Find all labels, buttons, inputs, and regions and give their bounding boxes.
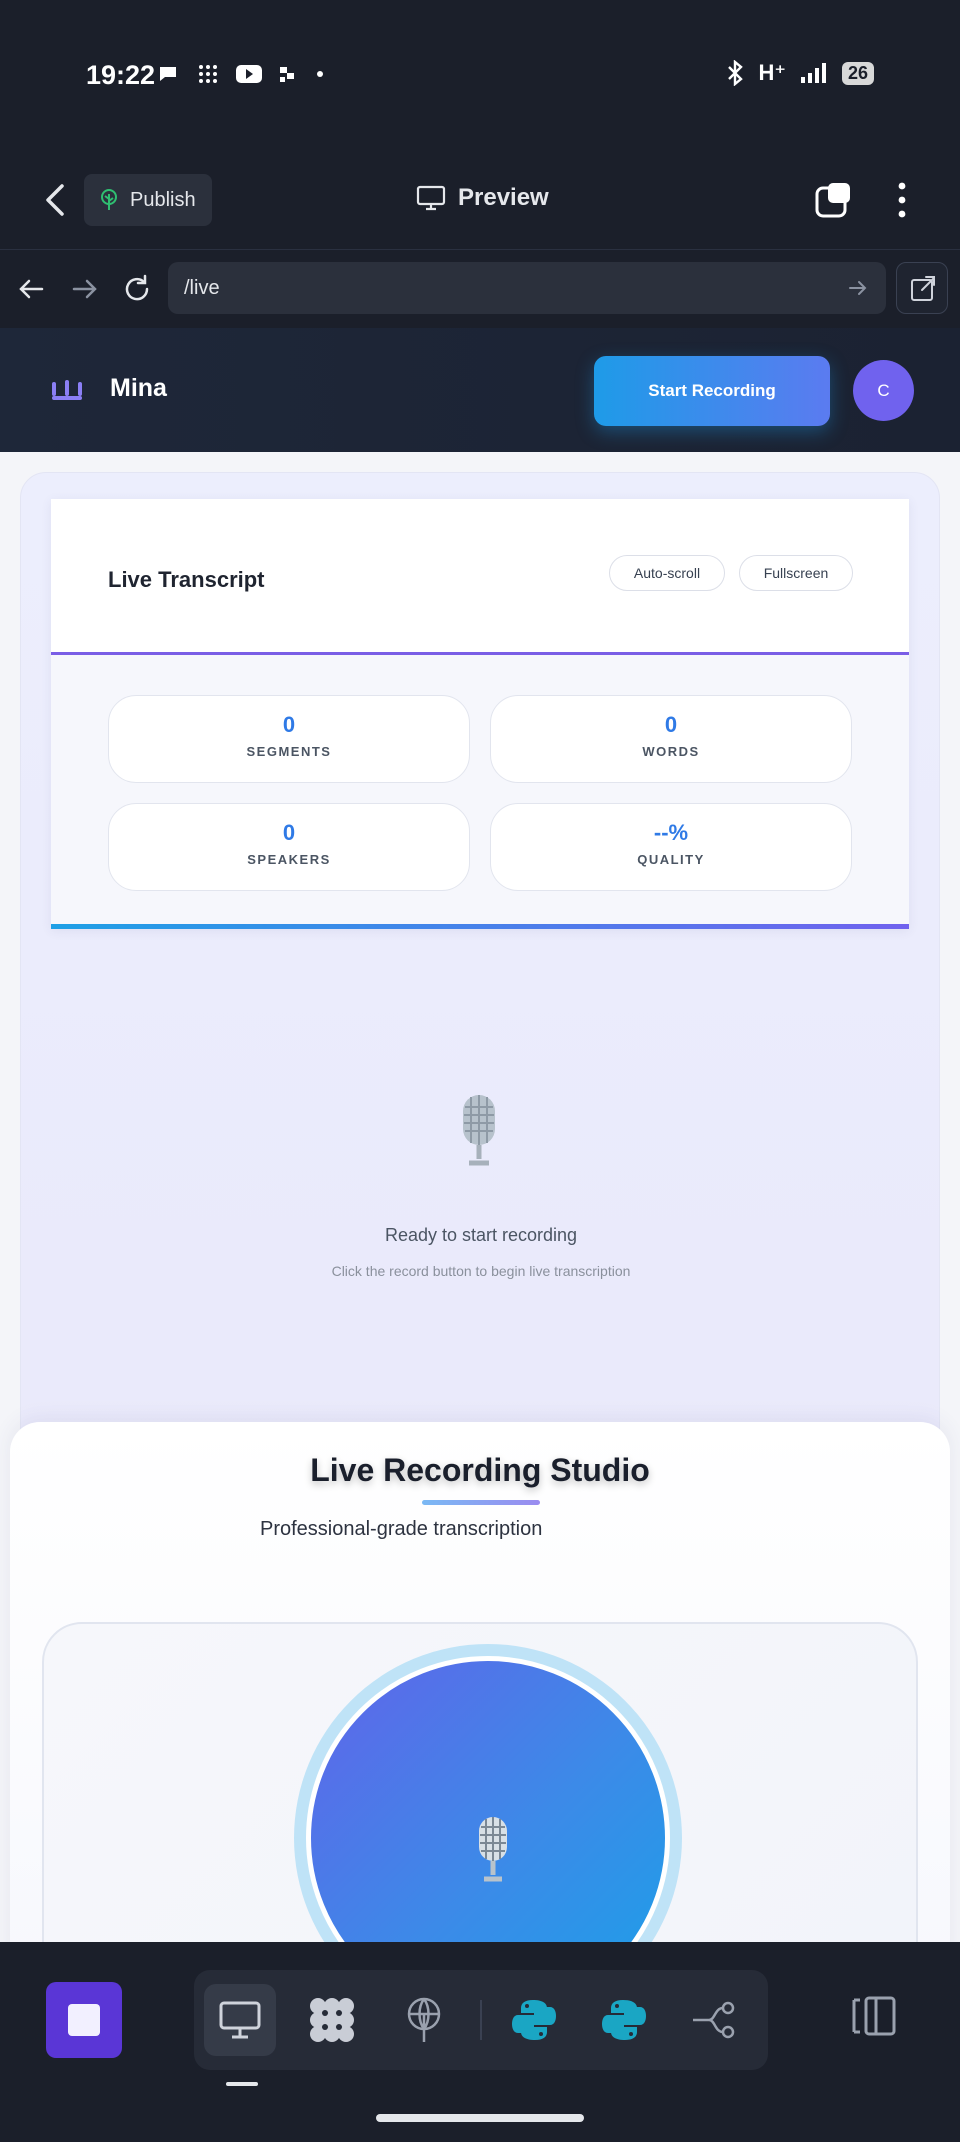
youtube-icon [236, 65, 262, 83]
stat-label: WORDS [642, 744, 700, 759]
stat-speakers: 0 SPEAKERS [108, 803, 470, 891]
stat-label: SEGMENTS [246, 744, 332, 759]
status-time: 19:22 [86, 60, 156, 90]
brand-name: Mina [110, 374, 167, 402]
stat-quality: --% QUALITY [490, 803, 852, 891]
publish-label: Publish [130, 188, 196, 211]
dot-icon [317, 71, 323, 77]
tabs-icon[interactable] [814, 180, 854, 220]
empty-state-subtitle: Click the record button to begin live tr… [331, 1263, 631, 1279]
main-content: Live Transcript Auto-scroll Fullscreen 0… [0, 452, 960, 1942]
forward-arrow-icon[interactable] [68, 272, 102, 306]
grid-blob-icon [310, 1998, 354, 2042]
bottom-toolbar [0, 1942, 960, 2142]
open-external-button[interactable] [896, 262, 948, 314]
editor-topbar: Publish Preview [0, 150, 960, 250]
tool-python-1[interactable] [498, 1984, 570, 2056]
record-button[interactable] [306, 1656, 670, 1942]
url-bar: /live [0, 250, 960, 328]
dots-grid-icon [199, 65, 217, 83]
transcript-header: Live Transcript Auto-scroll Fullscreen [51, 499, 909, 655]
tool-deploy[interactable] [388, 1984, 460, 2056]
battery-level: 26 [841, 61, 874, 85]
python-icon [602, 2000, 646, 2040]
auto-scroll-button[interactable]: Auto-scroll [609, 555, 725, 591]
antenna-icon [407, 1997, 441, 2042]
recording-studio-card: Live Recording Studio Professional-grade… [10, 1422, 950, 1942]
transcript-title: Live Transcript [108, 567, 265, 592]
go-arrow-icon[interactable] [846, 276, 870, 300]
monitor-icon [416, 185, 446, 211]
bluetooth-icon [728, 60, 744, 86]
waveform-logo-icon [52, 380, 82, 400]
share-flow-icon [693, 2001, 735, 2039]
stat-label: QUALITY [637, 852, 705, 867]
stop-icon [68, 2004, 100, 2036]
stat-label: SPEAKERS [247, 852, 331, 867]
record-panel [42, 1622, 918, 1942]
tool-git[interactable] [678, 1984, 750, 2056]
microphone-icon [479, 1817, 507, 1882]
stop-button[interactable] [46, 1982, 122, 2058]
stat-words: 0 WORDS [490, 695, 852, 783]
external-link-icon [911, 276, 935, 301]
status-bar: 19:22 H⁺ 26 [0, 0, 960, 150]
tool-preview[interactable] [204, 1984, 276, 2056]
home-indicator[interactable] [376, 2114, 584, 2122]
app-header: Mina Start Recording C [0, 328, 960, 452]
stat-value: --% [653, 820, 689, 845]
empty-state-title: Ready to start recording [384, 1225, 578, 1245]
url-text: /live [184, 276, 220, 299]
publish-button[interactable]: Publish [84, 174, 212, 226]
stat-segments: 0 SEGMENTS [108, 695, 470, 783]
transcript-card: Live Transcript Auto-scroll Fullscreen 0… [51, 499, 909, 929]
more-vertical-icon[interactable] [890, 180, 914, 220]
url-input[interactable]: /live [168, 262, 886, 314]
reload-icon[interactable] [120, 272, 154, 306]
stat-value: 0 [282, 820, 296, 845]
active-tab-indicator [226, 2082, 258, 2086]
start-recording-button[interactable]: Start Recording [594, 356, 830, 426]
microphone-icon [463, 1095, 495, 1166]
toolbar-divider [480, 2000, 482, 2040]
studio-title: Live Recording Studio [310, 1452, 650, 1488]
back-chevron-icon[interactable] [38, 180, 72, 220]
python-icon [512, 2000, 556, 2040]
preview-toggle[interactable]: Preview [416, 184, 549, 212]
tool-workflows[interactable] [296, 1984, 368, 2056]
network-type: H⁺ [758, 60, 786, 85]
stat-value: 0 [282, 712, 296, 737]
chat-bubble-icon [160, 67, 176, 81]
transcript-bottom-bar [51, 924, 909, 929]
back-arrow-icon[interactable] [14, 272, 48, 306]
tree-icon [101, 189, 117, 210]
tool-python-2[interactable] [588, 1984, 660, 2056]
side-panel-icon[interactable] [852, 1994, 898, 2038]
monitor-icon [219, 2001, 261, 2039]
signal-icon [800, 63, 826, 83]
avatar[interactable]: C [853, 360, 914, 421]
preview-label: Preview [458, 184, 549, 211]
fullscreen-button[interactable]: Fullscreen [739, 555, 853, 591]
studio-subtitle: Professional-grade transcription [260, 1518, 543, 1540]
stat-value: 0 [664, 712, 678, 737]
tool-group [194, 1970, 768, 2070]
record-button-ring [294, 1644, 682, 1942]
blocks-icon [280, 67, 294, 82]
title-underline [422, 1500, 540, 1505]
